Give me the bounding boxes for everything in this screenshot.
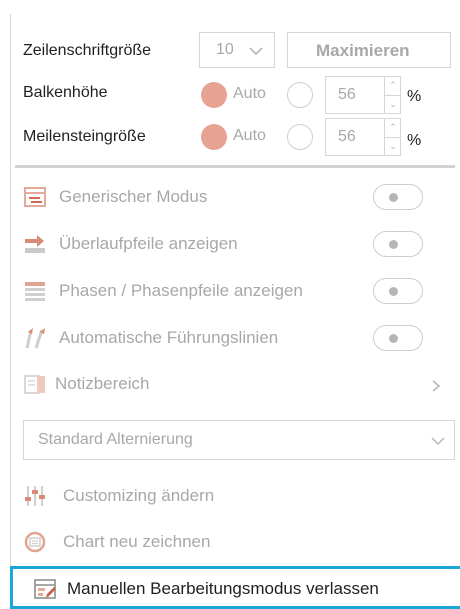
stepper-up-icon[interactable]: ⌃ [384,77,401,95]
manual-edit-icon [34,579,56,599]
milestone-auto-radio[interactable] [201,124,227,150]
settings-panel: Zeilenschriftgröße 10 Maximieren Balkenh… [10,14,460,609]
toggle-knob [389,193,398,202]
chevron-down-icon [431,437,445,446]
alternation-select[interactable]: Standard Alternierung [23,420,455,460]
redraw-chart-icon [24,531,46,553]
option-overflow-arrows[interactable]: Überlaufpfeile anzeigen [11,227,460,263]
milestone-size-value: 56 [338,128,356,145]
action-label: Chart neu zeichnen [63,532,211,551]
stepper-down-icon[interactable]: ⌄ [384,94,401,113]
option-phases[interactable]: Phasen / Phasenpfeile anzeigen [11,274,460,310]
overflow-arrows-toggle[interactable] [373,231,423,257]
option-label: Überlaufpfeile anzeigen [59,234,238,253]
bar-height-label: Balkenhöhe [23,84,108,101]
maximize-label: Maximieren [316,41,410,60]
notes-area-item[interactable]: Notizbereich [11,368,460,402]
alternation-value: Standard Alternierung [38,431,193,448]
phases-icon [25,282,45,301]
bar-height-stepper[interactable]: ⌃ ⌄ [384,77,401,113]
option-label: Automatische Führungslinien [59,328,279,347]
chevron-right-icon [432,380,441,392]
action-label: Customizing ändern [63,486,215,505]
option-label: Phasen / Phasenpfeile anzeigen [59,281,303,300]
customize-action[interactable]: Customizing ändern [11,478,460,514]
section-divider [15,165,455,168]
font-size-label: Zeilenschriftgröße [23,42,152,59]
option-label: Generischer Modus [59,187,208,206]
stepper-down-icon[interactable]: ⌄ [384,136,401,155]
phases-toggle[interactable] [373,278,423,304]
option-guide-lines[interactable]: Automatische Führungslinien [11,321,460,357]
toggle-knob [389,287,398,296]
bar-height-value: 56 [338,86,356,103]
manual-edit-exit-action[interactable]: Manuellen Bearbeitungsmodus verlassen [10,566,460,609]
toggle-knob [389,334,398,343]
stepper-up-icon[interactable]: ⌃ [384,119,401,137]
milestone-size-unit: % [407,132,422,149]
redraw-chart-action[interactable]: Chart neu zeichnen [11,525,460,561]
chevron-down-icon [249,47,263,56]
milestone-custom-radio[interactable] [287,124,313,150]
bar-height-auto-radio[interactable] [201,82,227,108]
milestone-size-stepper[interactable]: ⌃ ⌄ [384,119,401,155]
bar-height-custom-radio[interactable] [287,82,313,108]
bar-height-unit: % [407,88,422,105]
guide-lines-icon [25,328,45,349]
maximize-button[interactable]: Maximieren [287,32,451,68]
milestone-size-label: Meilensteingröße [23,128,146,145]
generic-mode-toggle[interactable] [373,184,423,210]
milestone-size-input[interactable]: 56 ⌃ ⌄ [325,118,401,156]
font-size-value: 10 [216,41,234,58]
notes-label: Notizbereich [55,374,150,393]
notes-icon [24,375,45,394]
bar-height-input[interactable]: 56 ⌃ ⌄ [325,76,401,114]
guide-lines-toggle[interactable] [373,325,423,351]
toggle-knob [389,240,398,249]
action-label: Manuellen Bearbeitungsmodus verlassen [67,579,379,598]
generic-mode-icon [24,187,46,207]
option-generic-mode[interactable]: Generischer Modus [11,180,460,216]
bar-height-auto-label: Auto [233,85,266,102]
milestone-auto-label: Auto [233,127,266,144]
font-size-select[interactable]: 10 [199,32,275,68]
overflow-arrows-icon [25,235,45,253]
customize-icon [25,486,45,506]
